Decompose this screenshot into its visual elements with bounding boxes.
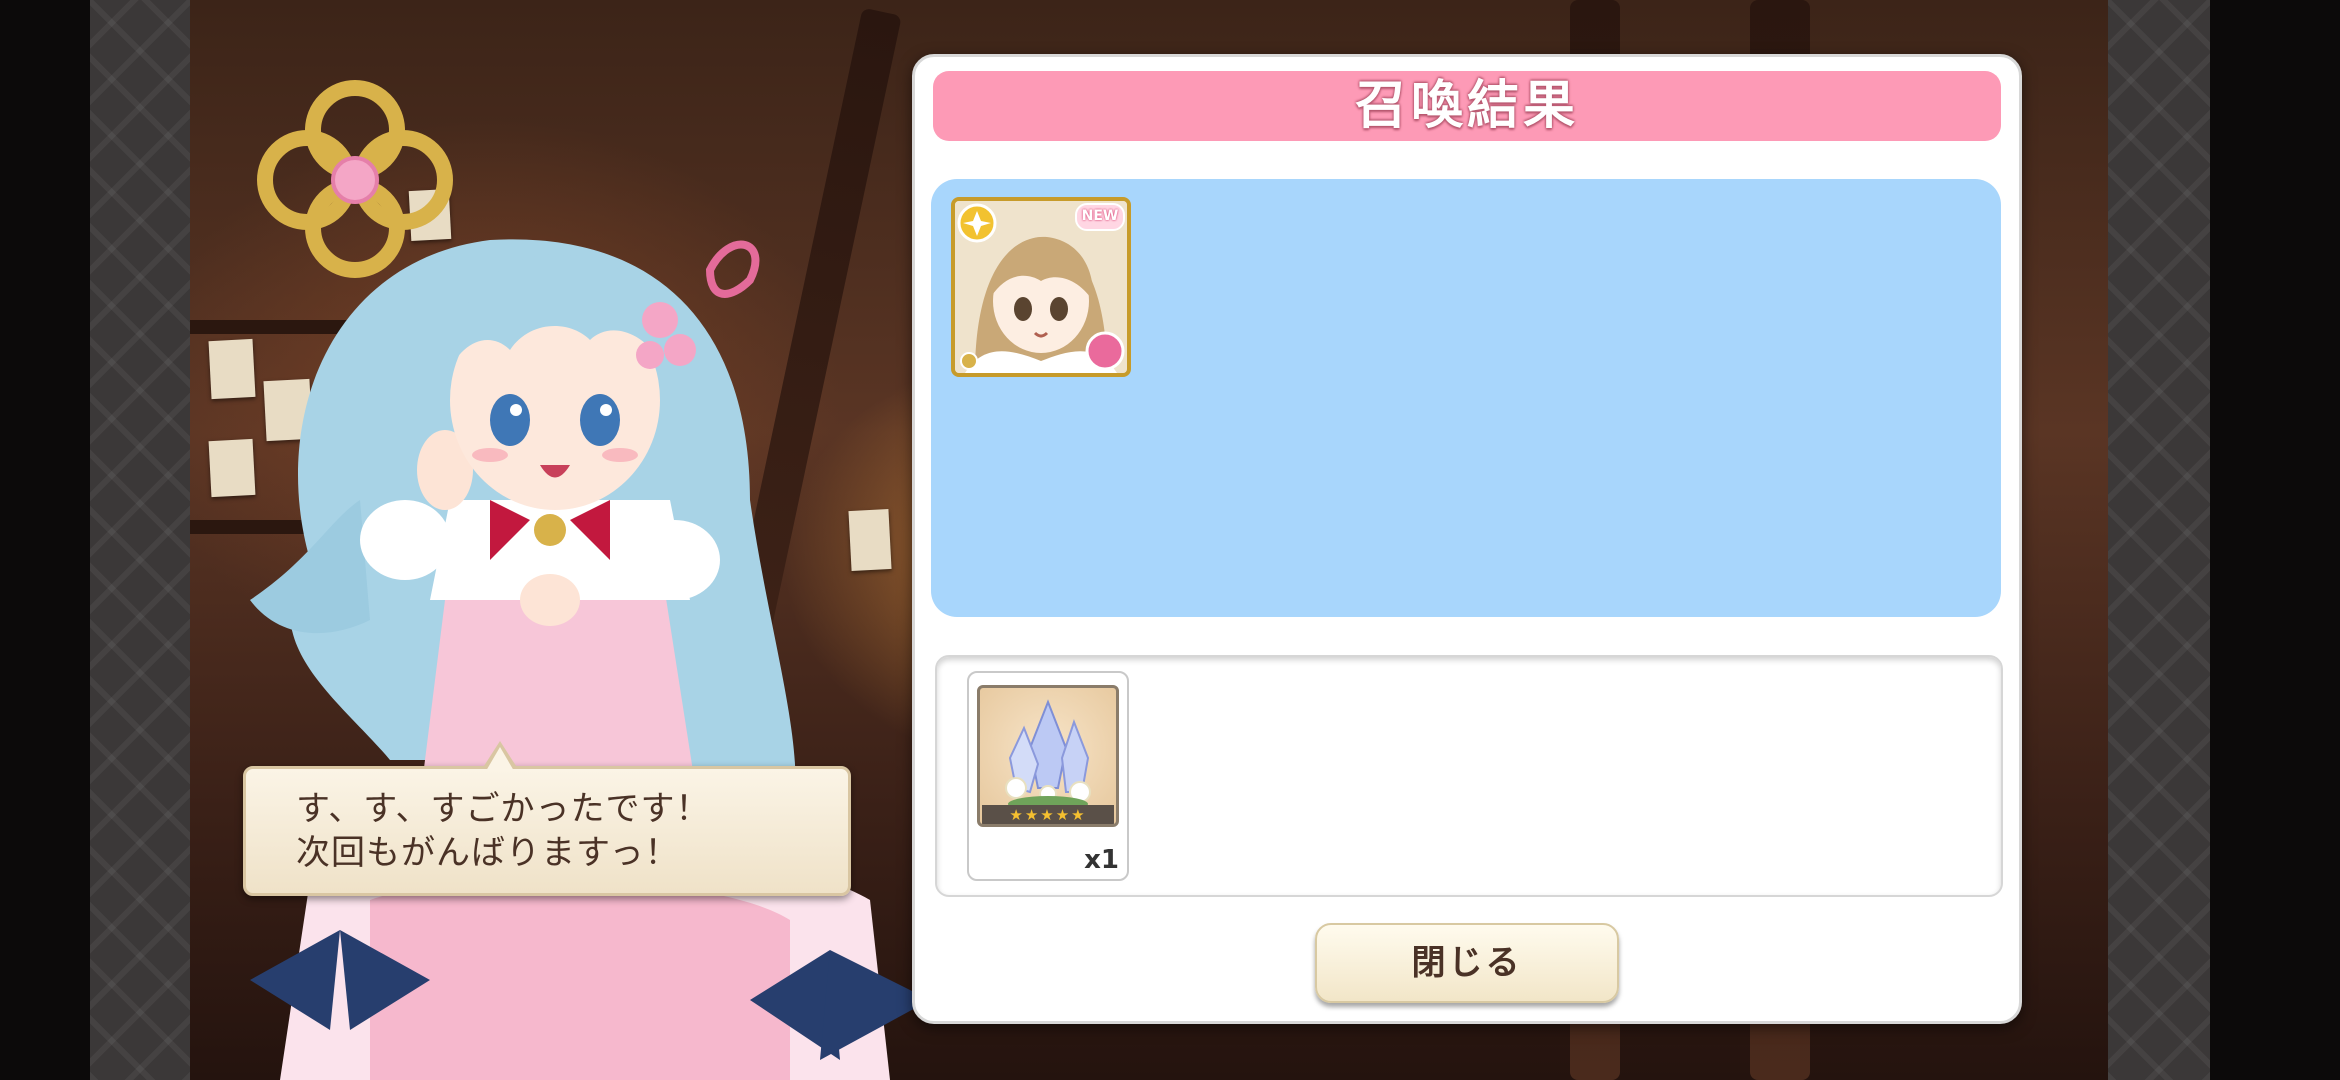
dialog-title-bar: 召喚結果 (933, 71, 2001, 141)
right-pattern-border (2108, 0, 2210, 1080)
speech-line-2: 次回もがんばりますっ！ (296, 833, 680, 873)
speech-line-1: す、す、すごかったです！ (296, 789, 711, 829)
item-rarity-stars: ★★★★★ (982, 805, 1114, 824)
crystal-item-icon: ★★★★★ (977, 685, 1119, 827)
dialog-title: 召喚結果 (1354, 76, 1579, 136)
summoned-character-card[interactable]: NEW (951, 197, 1131, 377)
summoned-characters-area: NEW (931, 179, 2001, 617)
obtained-item-card[interactable]: ★★★★★ x1 (967, 671, 1129, 881)
summon-result-dialog: 召喚結果 NEW ★★★★★ x1 閉じる (912, 54, 2022, 1024)
left-pattern-border (90, 0, 190, 1080)
character-illustration (190, 0, 950, 1080)
obtained-items-area: ★★★★★ x1 (935, 655, 2003, 897)
game-screen: す、す、すごかったです！ 次回もがんばりますっ！ 召喚結果 NEW ★★★★★ … (0, 0, 2340, 1080)
new-badge: NEW (1075, 203, 1125, 231)
item-quantity: x1 (1084, 845, 1119, 875)
speech-bubble: す、す、すごかったです！ 次回もがんばりますっ！ (243, 741, 851, 896)
close-button[interactable]: 閉じる (1315, 923, 1619, 1003)
close-button-label: 閉じる (1411, 943, 1523, 983)
